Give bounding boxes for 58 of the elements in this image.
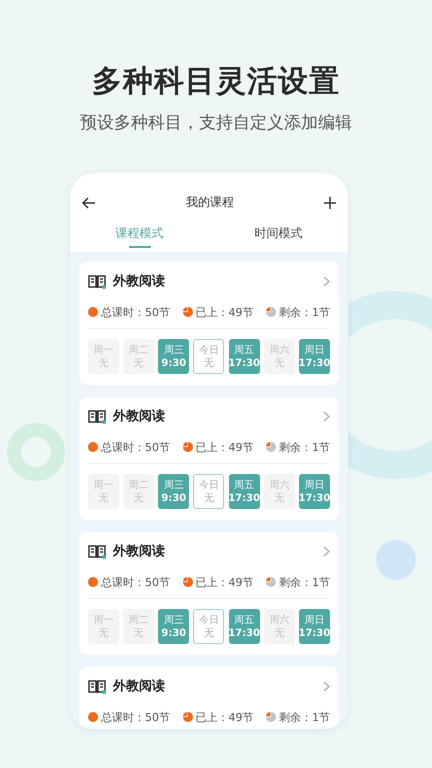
total-hours: 总课时：50节 <box>101 440 170 454</box>
remaining-count: 剩余：1节 <box>279 440 330 454</box>
full-circle-icon <box>88 442 98 452</box>
course-name: 外教阅读 <box>113 678 166 695</box>
day-chip[interactable]: 今日 无 <box>193 609 224 644</box>
decorative-ring <box>7 423 65 481</box>
day-chip[interactable]: 周日 17:30 <box>298 474 330 509</box>
full-circle-icon <box>88 307 98 317</box>
pie-icon <box>266 712 276 722</box>
book-icon <box>88 274 107 288</box>
course-card[interactable]: 外教阅读 总课时：50节 已上：49节 剩余：1节 <box>79 667 339 729</box>
day-chip[interactable]: 今日 无 <box>193 474 224 509</box>
full-circle-icon <box>88 577 98 587</box>
pie-icon <box>266 442 276 452</box>
attended-count: 已上：49节 <box>196 574 254 590</box>
decorative-bubble <box>376 540 416 580</box>
day-chip[interactable]: 周五 17:30 <box>228 609 260 644</box>
pie-icon <box>182 577 192 587</box>
subtitle: 预设多种科目，支持自定义添加编辑 <box>80 112 352 135</box>
attended-count: 已上：49节 <box>196 304 254 320</box>
attended-count: 已上：49节 <box>196 440 254 454</box>
tab[interactable]: 课程模式 <box>70 221 209 252</box>
pie-icon <box>182 712 192 722</box>
course-name: 外教阅读 <box>113 273 166 290</box>
tab[interactable]: 时间模式 <box>209 221 348 252</box>
chevron-right-icon[interactable] <box>323 410 330 422</box>
pie-icon <box>266 307 276 317</box>
back-arrow-icon[interactable] <box>82 196 96 209</box>
plus-icon[interactable] <box>324 196 336 209</box>
day-chip[interactable]: 周五 17:30 <box>228 339 260 374</box>
book-icon <box>88 544 107 558</box>
chevron-right-icon[interactable] <box>323 680 330 692</box>
pie-icon <box>182 442 192 452</box>
headline: 多种科目灵活设置 <box>92 63 340 101</box>
total-hours: 总课时：50节 <box>101 710 170 724</box>
day-chip[interactable]: 周日 17:30 <box>298 339 330 374</box>
total-hours: 总课时：50节 <box>101 304 170 320</box>
course-name: 外教阅读 <box>113 408 166 425</box>
pie-icon <box>182 307 192 317</box>
book-icon <box>88 408 107 424</box>
total-hours: 总课时：50节 <box>101 574 170 590</box>
screen-title: 我的课程 <box>186 194 234 212</box>
day-chip[interactable]: 周三 9:30 <box>158 339 190 374</box>
day-chip[interactable]: 周五 17:30 <box>228 474 260 509</box>
chevron-right-icon[interactable] <box>323 546 330 556</box>
course-name: 外教阅读 <box>113 543 166 560</box>
day-chip[interactable]: 今日 无 <box>193 339 224 374</box>
remaining-count: 剩余：1节 <box>279 710 330 724</box>
attended-count: 已上：49节 <box>196 710 254 724</box>
remaining-count: 剩余：1节 <box>279 304 330 320</box>
book-icon <box>88 678 107 694</box>
chevron-right-icon[interactable] <box>323 276 330 286</box>
day-chip[interactable]: 周日 17:30 <box>298 609 330 644</box>
full-circle-icon <box>88 712 98 722</box>
day-chip[interactable]: 周三 9:30 <box>158 474 190 509</box>
day-chip[interactable]: 周三 9:30 <box>158 609 190 644</box>
pie-icon <box>266 577 276 587</box>
remaining-count: 剩余：1节 <box>279 574 330 590</box>
